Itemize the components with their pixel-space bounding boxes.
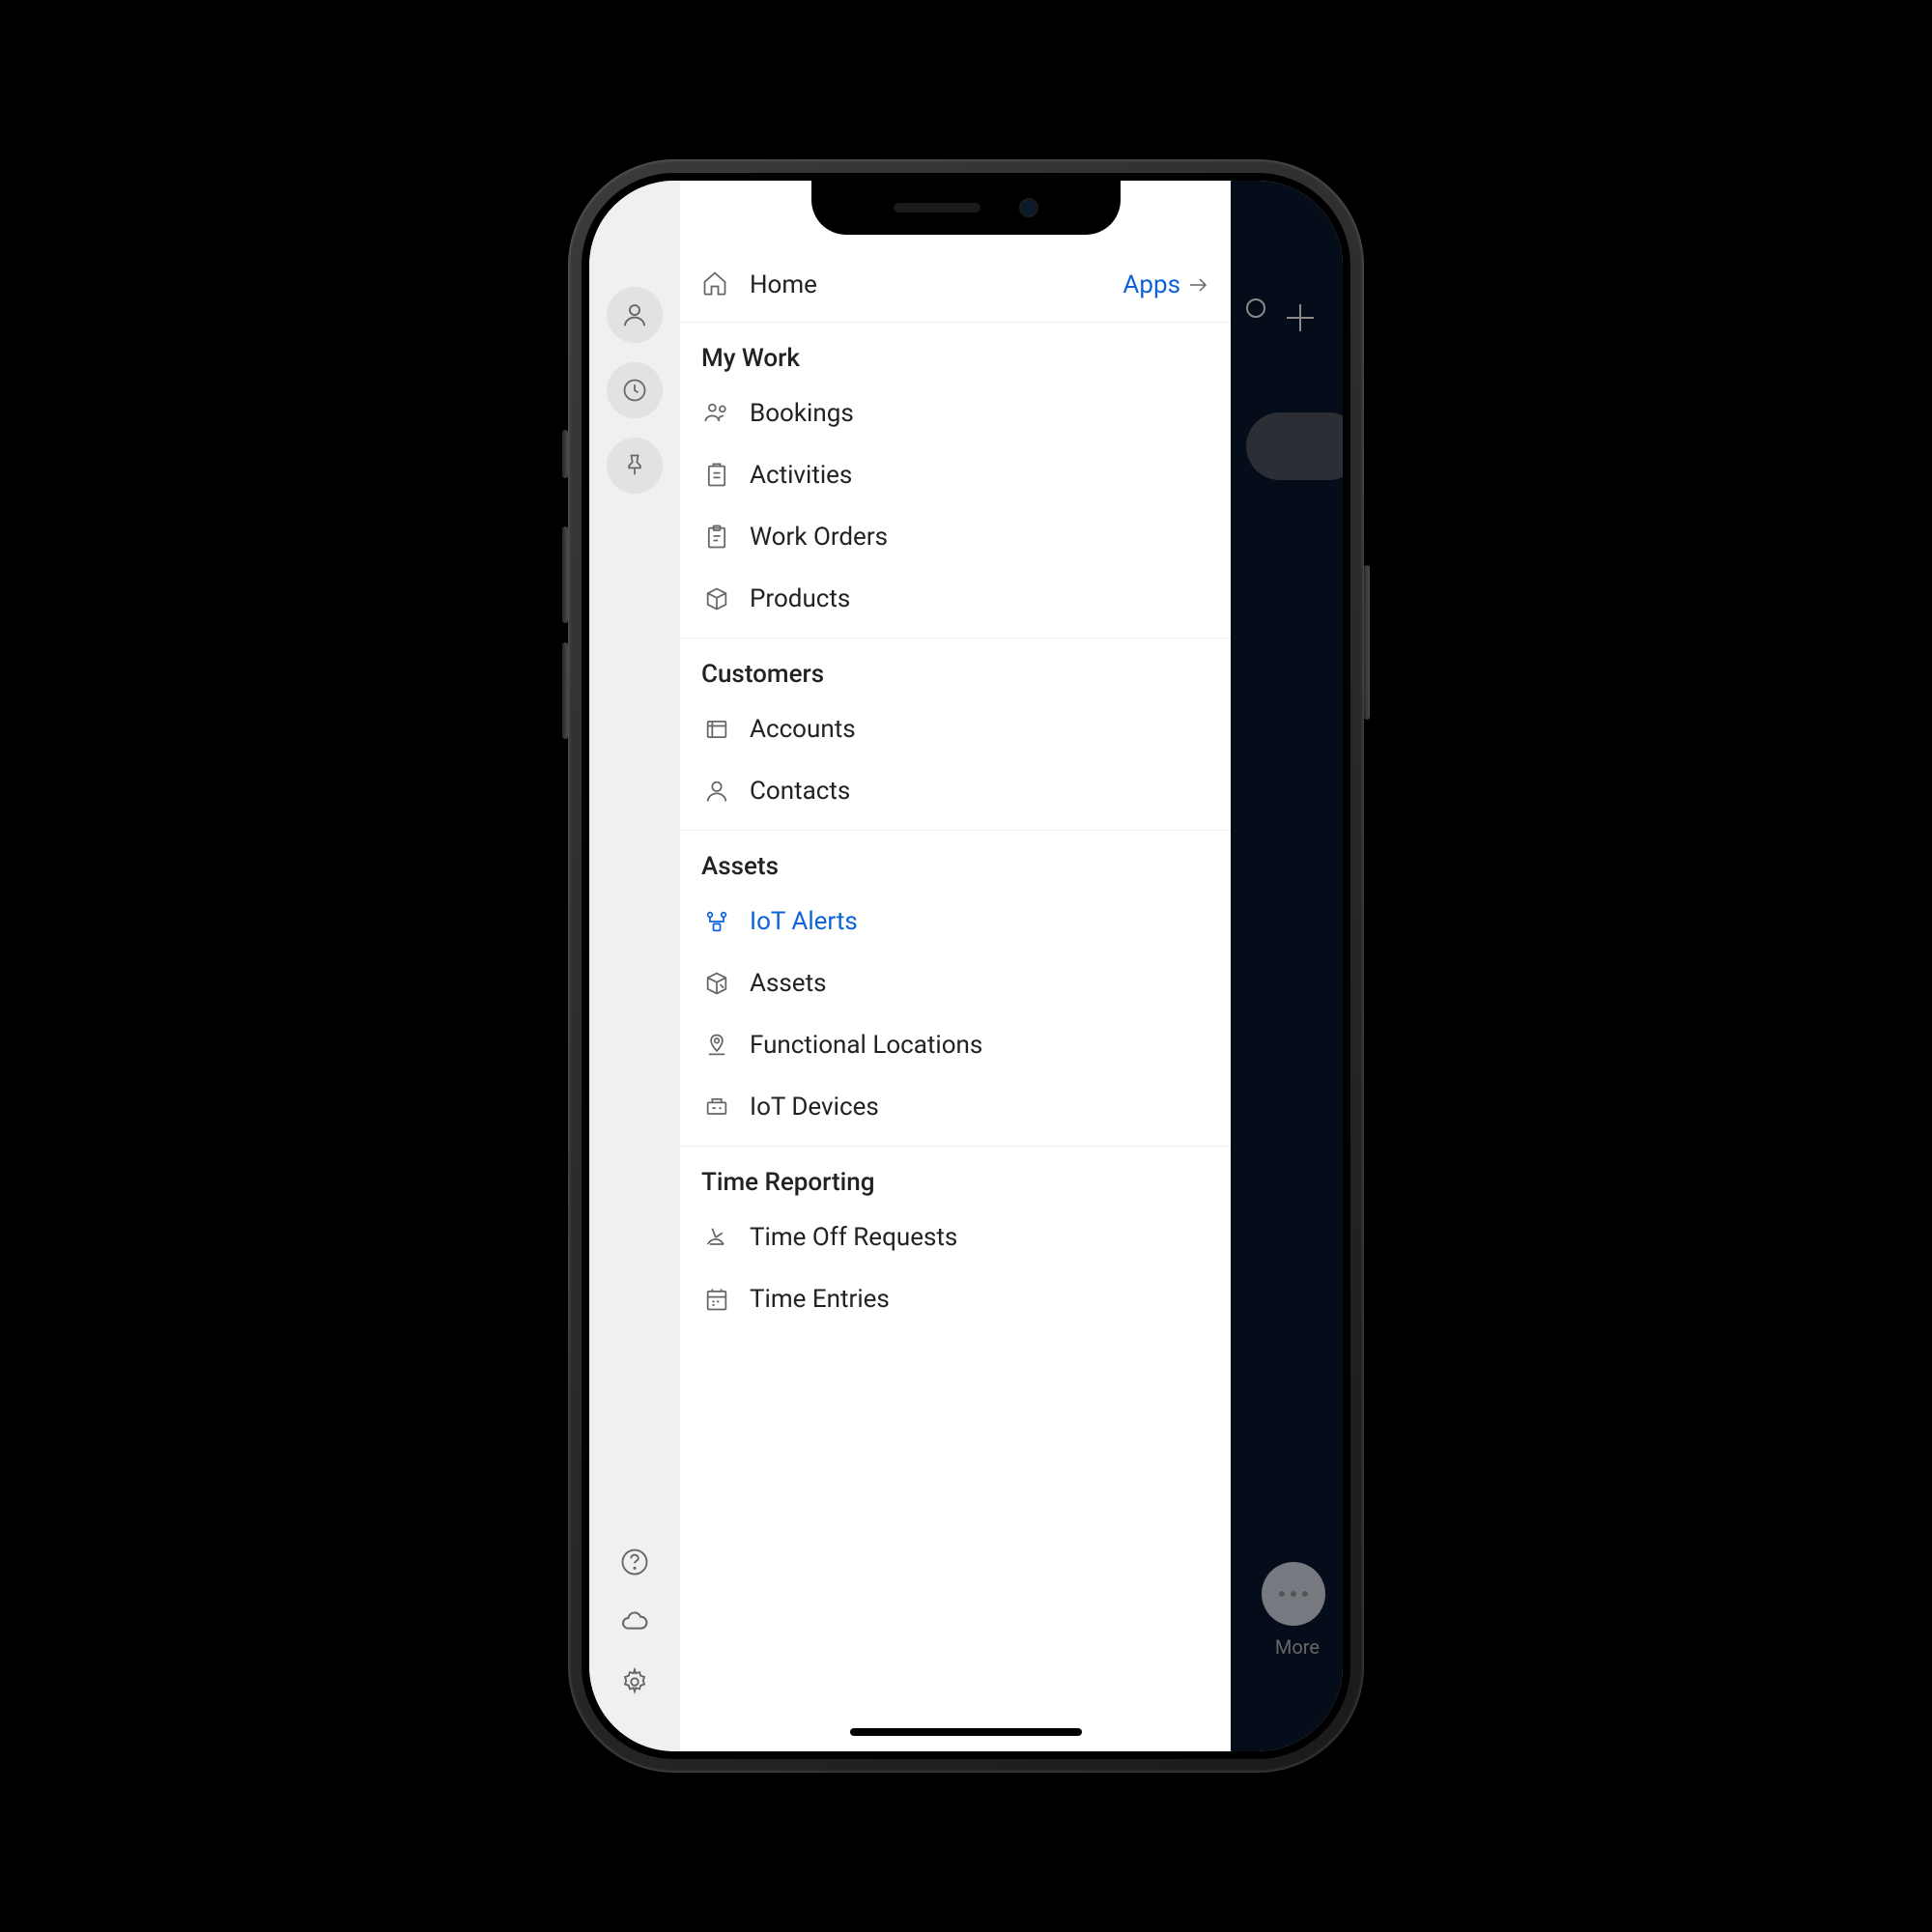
- nav-item-work-orders[interactable]: Work Orders: [680, 506, 1231, 568]
- cloud-icon: [619, 1606, 650, 1637]
- pin-icon: [621, 452, 648, 479]
- clock-icon: [621, 377, 648, 404]
- nav-item-label: Time Entries: [750, 1285, 890, 1314]
- volume-down-button: [562, 642, 568, 739]
- bookings-icon: [701, 398, 732, 429]
- left-rail: [589, 181, 680, 1751]
- nav-item-label: Activities: [750, 461, 852, 490]
- recent-button[interactable]: [607, 362, 663, 418]
- nav-item-label: Accounts: [750, 715, 856, 744]
- nav-item-label: Assets: [750, 969, 827, 998]
- nav-item-iot-devices[interactable]: IoT Devices: [680, 1076, 1231, 1138]
- contacts-icon: [701, 776, 732, 807]
- section-header-mywork: My Work: [680, 323, 1231, 383]
- more-label: More: [1275, 1635, 1320, 1659]
- notch: [811, 181, 1121, 235]
- arrow-right-icon: [1186, 273, 1209, 297]
- screen: Home Apps My Work Bookings Activities: [589, 181, 1343, 1751]
- content-pill: [1246, 412, 1343, 480]
- assets-icon: [701, 968, 732, 999]
- activities-icon: [701, 460, 732, 491]
- home-label: Home: [750, 270, 817, 299]
- home-indicator[interactable]: [850, 1728, 1082, 1736]
- nav-item-label: Time Off Requests: [750, 1223, 957, 1252]
- nav-item-label: IoT Alerts: [750, 907, 858, 936]
- pinned-button[interactable]: [607, 438, 663, 494]
- speaker: [894, 203, 980, 213]
- iot-alerts-icon: [701, 906, 732, 937]
- nav-item-time-entries[interactable]: Time Entries: [680, 1268, 1231, 1330]
- nav-item-time-off[interactable]: Time Off Requests: [680, 1207, 1231, 1268]
- work-orders-icon: [701, 522, 732, 553]
- home-icon: [701, 270, 728, 300]
- nav-item-accounts[interactable]: Accounts: [680, 698, 1231, 760]
- apps-label: Apps: [1122, 270, 1180, 299]
- section-header-customers: Customers: [680, 639, 1231, 698]
- products-icon: [701, 583, 732, 614]
- nav-panel: Home Apps My Work Bookings Activities: [680, 181, 1231, 1751]
- nav-item-products[interactable]: Products: [680, 568, 1231, 630]
- nav-item-iot-alerts[interactable]: IoT Alerts: [680, 891, 1231, 952]
- settings-button[interactable]: [613, 1661, 656, 1703]
- backdrop-dimmed[interactable]: More: [1231, 181, 1343, 1751]
- help-icon: [620, 1548, 649, 1577]
- section-header-assets: Assets: [680, 831, 1231, 891]
- nav-item-contacts[interactable]: Contacts: [680, 760, 1231, 822]
- help-button[interactable]: [613, 1541, 656, 1583]
- nav-item-home[interactable]: Home Apps: [680, 242, 1231, 323]
- silence-switch: [562, 430, 568, 478]
- nav-item-functional-locations[interactable]: Functional Locations: [680, 1014, 1231, 1076]
- volume-up-button: [562, 526, 568, 623]
- time-off-icon: [701, 1222, 732, 1253]
- nav-item-assets[interactable]: Assets: [680, 952, 1231, 1014]
- phone-frame: Home Apps My Work Bookings Activities: [568, 159, 1364, 1773]
- nav-item-label: Contacts: [750, 777, 850, 806]
- add-icon: [1287, 304, 1314, 331]
- search-icon: [1246, 298, 1265, 318]
- apps-link[interactable]: Apps: [1122, 270, 1209, 299]
- nav-item-label: Bookings: [750, 399, 854, 428]
- nav-item-label: Functional Locations: [750, 1031, 982, 1060]
- accounts-icon: [701, 714, 732, 745]
- more-button: [1262, 1562, 1325, 1626]
- front-camera: [1019, 198, 1038, 217]
- gear-icon: [620, 1667, 649, 1696]
- power-button: [1364, 565, 1370, 720]
- nav-item-label: Work Orders: [750, 523, 888, 552]
- nav-item-label: IoT Devices: [750, 1093, 879, 1122]
- iot-devices-icon: [701, 1092, 732, 1122]
- nav-item-label: Products: [750, 584, 850, 613]
- person-icon: [620, 300, 649, 329]
- nav-item-bookings[interactable]: Bookings: [680, 383, 1231, 444]
- functional-locations-icon: [701, 1030, 732, 1061]
- section-header-time: Time Reporting: [680, 1147, 1231, 1207]
- time-entries-icon: [701, 1284, 732, 1315]
- nav-item-activities[interactable]: Activities: [680, 444, 1231, 506]
- profile-button[interactable]: [607, 287, 663, 343]
- cloud-button[interactable]: [613, 1601, 656, 1643]
